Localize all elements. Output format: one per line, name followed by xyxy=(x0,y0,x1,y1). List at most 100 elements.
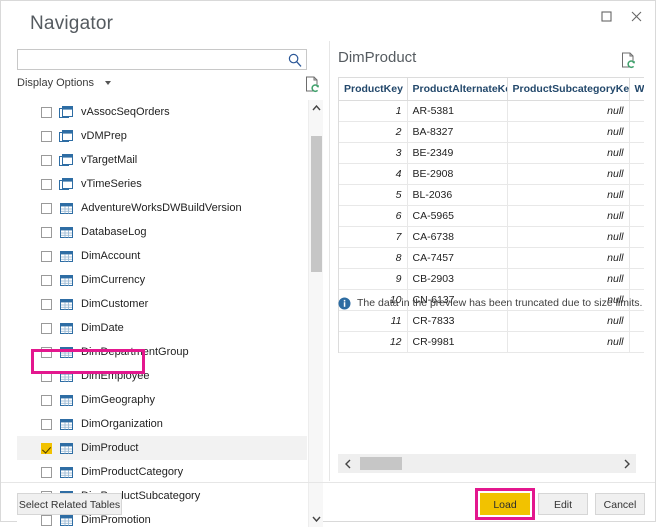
table-column-header[interactable]: ProductAlternateKey xyxy=(407,78,508,101)
tree-item[interactable]: vTargetMail xyxy=(17,148,307,172)
navigator-dialog: Navigator Display Options vAssocSeqOrder… xyxy=(0,0,656,527)
cancel-button[interactable]: Cancel xyxy=(595,493,645,515)
table-cell: 4 xyxy=(339,163,408,185)
table-row: 7 CA-6738 null xyxy=(339,226,644,248)
tree-item[interactable]: DimEmployee xyxy=(17,364,307,388)
tree-item[interactable]: vAssocSeqOrders xyxy=(17,100,307,124)
tree-item-label: DimProduct xyxy=(81,442,139,454)
table-column-header[interactable]: Weigh xyxy=(629,78,644,101)
tree-item-checkbox[interactable] xyxy=(41,274,52,286)
table-cell: null xyxy=(507,100,630,122)
table-cell: null xyxy=(507,205,630,227)
tree-item-checkbox[interactable] xyxy=(41,226,52,238)
table-cell: CA-6738 xyxy=(407,226,508,248)
object-tree[interactable]: vAssocSeqOrders vDMPrep vTargetMail vTimeSe… xyxy=(17,100,323,527)
chevron-up-icon[interactable] xyxy=(309,100,324,116)
table-cell xyxy=(629,226,644,248)
search-input[interactable] xyxy=(18,50,291,69)
tree-item-checkbox[interactable] xyxy=(41,106,52,118)
tree-item[interactable]: vDMPrep xyxy=(17,124,307,148)
table-row: 4 BE-2908 null xyxy=(339,163,644,185)
tree-item[interactable]: AdventureWorksDWBuildVersion xyxy=(17,196,307,220)
tree-item[interactable]: DimProductCategory xyxy=(17,460,307,484)
tree-item-label: DatabaseLog xyxy=(81,226,147,238)
tree-item-checkbox[interactable] xyxy=(41,346,52,358)
tree-item-label: AdventureWorksDWBuildVersion xyxy=(81,202,242,214)
refresh-document-icon[interactable] xyxy=(305,76,320,93)
table-body: 1 AR-5381 null 2 BA-8327 null 3 BE-2349 null 4 BE-… xyxy=(339,100,644,353)
tree-item[interactable]: DimDate xyxy=(17,316,307,340)
scrollbar-thumb-vertical[interactable] xyxy=(311,136,322,272)
tree-item-label: vTimeSeries xyxy=(81,178,142,190)
search-icon xyxy=(287,52,303,68)
table-cell: CA-5965 xyxy=(407,205,508,227)
preview-horizontal-scrollbar[interactable] xyxy=(338,454,636,473)
tree-item-label: DimOrganization xyxy=(81,418,163,430)
table-cell xyxy=(629,163,644,185)
table-cell xyxy=(629,268,644,290)
tree-item-label: DimDepartmentGroup xyxy=(81,346,189,358)
table-column-header[interactable]: ProductKey xyxy=(339,78,408,101)
tree-item[interactable]: vTimeSeries xyxy=(17,172,307,196)
tree-item-checkbox[interactable] xyxy=(41,394,52,406)
edit-button[interactable]: Edit xyxy=(538,493,588,515)
tree-item-checkbox[interactable] xyxy=(41,298,52,310)
table-cell: CB-2903 xyxy=(407,268,508,290)
tree-item[interactable]: DimGeography xyxy=(17,388,307,412)
view-icon xyxy=(59,129,74,143)
tree-item-checkbox[interactable] xyxy=(41,466,52,478)
tree-item-checkbox[interactable] xyxy=(41,154,52,166)
preview-pane: DimProduct ProductKey ProductAlternateKey… xyxy=(338,49,644,485)
tree-item-checkbox[interactable] xyxy=(41,514,52,526)
display-options-label[interactable]: Display Options xyxy=(17,77,94,89)
table-row: 11 CR-7833 null xyxy=(339,310,644,332)
display-options-row: Display Options xyxy=(17,76,323,96)
chevron-down-icon[interactable] xyxy=(309,511,324,527)
select-related-tables-button[interactable]: Select Related Tables xyxy=(17,493,122,515)
table-icon xyxy=(59,466,74,479)
tree-item-checkbox[interactable] xyxy=(41,130,52,142)
tree-item[interactable]: DimOrganization xyxy=(17,412,307,436)
pane-divider xyxy=(329,41,330,481)
tree-item-checkbox[interactable] xyxy=(41,322,52,334)
tree-item-label: DimDate xyxy=(81,322,124,334)
table-column-header[interactable]: ProductSubcategoryKey xyxy=(507,78,630,101)
tree-item-checkbox[interactable] xyxy=(41,418,52,430)
table-cell: null xyxy=(507,226,630,248)
table-icon xyxy=(59,202,74,215)
tree-item[interactable]: DimCurrency xyxy=(17,268,307,292)
view-icon xyxy=(59,177,74,191)
table-row: 5 BL-2036 null xyxy=(339,184,644,206)
tree-item-checkbox[interactable] xyxy=(41,370,52,382)
tree-item[interactable]: DimProduct xyxy=(17,436,307,460)
table-cell: 11 xyxy=(339,310,408,332)
tree-list: vAssocSeqOrders vDMPrep vTargetMail vTimeSe… xyxy=(17,100,307,527)
table-cell: null xyxy=(507,331,630,353)
refresh-document-icon[interactable] xyxy=(621,52,636,69)
chevron-left-icon[interactable] xyxy=(338,454,357,473)
tree-item[interactable]: DatabaseLog xyxy=(17,220,307,244)
load-button[interactable]: Load xyxy=(480,493,530,515)
tree-item-checkbox[interactable] xyxy=(41,178,52,190)
search-box[interactable] xyxy=(17,49,307,70)
scrollbar-thumb-horizontal[interactable] xyxy=(360,457,402,470)
close-icon[interactable] xyxy=(621,2,651,30)
view-icon xyxy=(59,153,74,167)
tree-item-checkbox[interactable] xyxy=(41,202,52,214)
tree-item[interactable]: DimAccount xyxy=(17,244,307,268)
chevron-down-icon[interactable] xyxy=(105,81,111,85)
chevron-right-icon[interactable] xyxy=(617,454,636,473)
table-cell: null xyxy=(507,268,630,290)
tree-item-checkbox[interactable] xyxy=(41,442,52,454)
table-cell xyxy=(629,310,644,332)
truncation-message: The data in the preview has been truncat… xyxy=(357,297,643,309)
maximize-icon[interactable] xyxy=(591,2,621,30)
tree-vertical-scrollbar[interactable] xyxy=(308,100,323,527)
table-cell: CR-7833 xyxy=(407,310,508,332)
tree-item-checkbox[interactable] xyxy=(41,250,52,262)
tree-item[interactable]: DimCustomer xyxy=(17,292,307,316)
tree-item[interactable]: DimDepartmentGroup xyxy=(17,340,307,364)
tree-item-label: DimProductCategory xyxy=(81,466,184,478)
table-cell xyxy=(629,247,644,269)
table-icon xyxy=(59,274,74,287)
